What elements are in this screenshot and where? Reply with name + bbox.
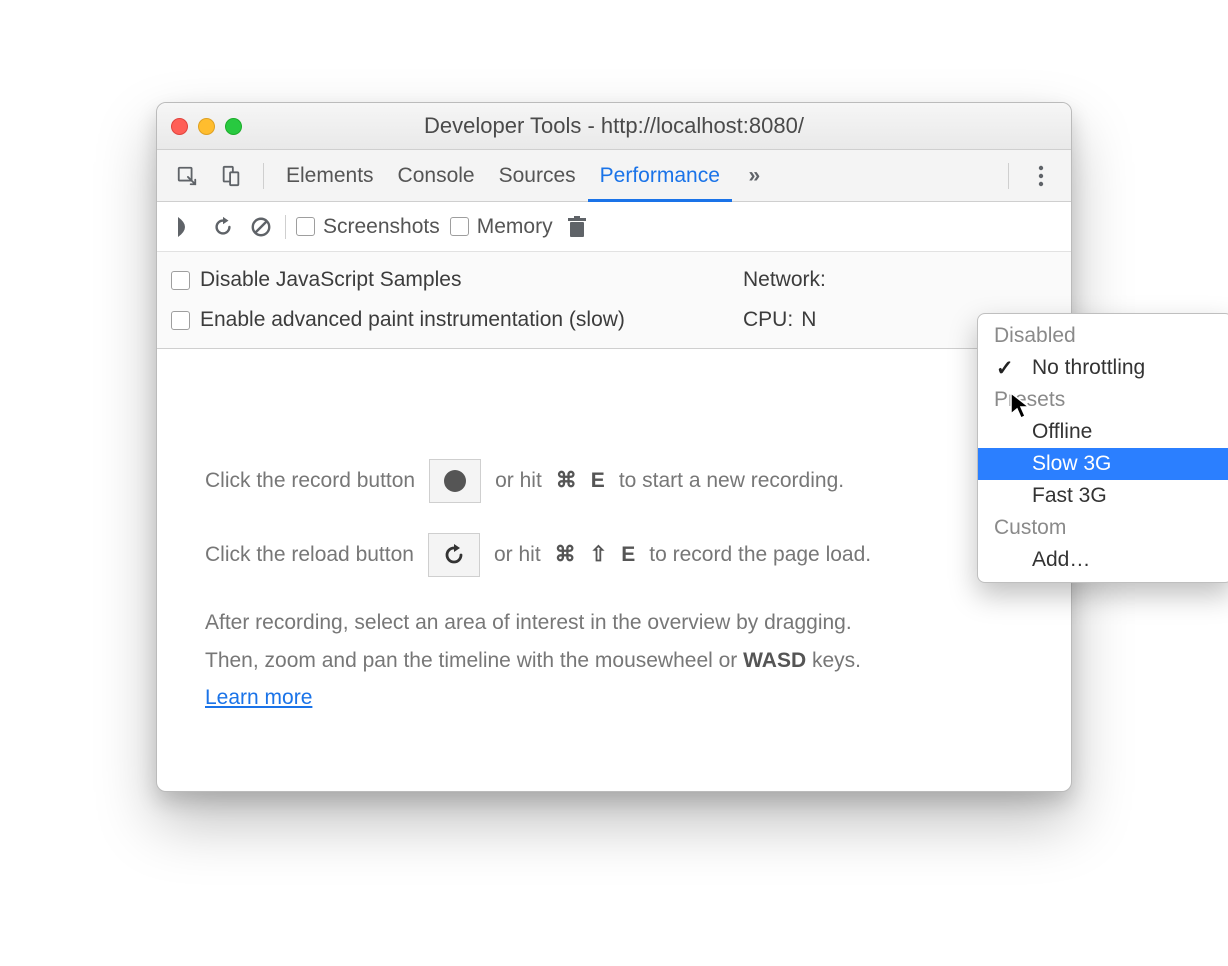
- more-tabs-icon[interactable]: »: [738, 160, 770, 192]
- cpu-value: N: [801, 308, 816, 332]
- record-icon[interactable]: [171, 213, 199, 241]
- devtools-tabs: Elements Console Sources Performance »: [157, 150, 1071, 202]
- mouse-cursor-icon: [1010, 392, 1032, 420]
- dropdown-item-add[interactable]: Add…: [978, 544, 1228, 576]
- instr-text: to record the page load.: [649, 539, 871, 571]
- learn-more-link[interactable]: Learn more: [205, 686, 312, 709]
- instructions: Click the record button or hit ⌘ E to st…: [157, 349, 1071, 714]
- screenshots-checkbox[interactable]: Screenshots: [296, 215, 440, 239]
- dropdown-item-fast-3g[interactable]: Fast 3G: [978, 480, 1228, 512]
- memory-checkbox[interactable]: Memory: [450, 215, 553, 239]
- titlebar: Developer Tools - http://localhost:8080/: [157, 103, 1071, 150]
- device-toolbar-icon[interactable]: [215, 160, 247, 192]
- e-key: E: [591, 465, 605, 497]
- tab-elements[interactable]: Elements: [280, 150, 380, 201]
- disable-js-samples-label: Disable JavaScript Samples: [200, 268, 461, 292]
- record-button[interactable]: [429, 459, 481, 503]
- instr-text: or hit: [494, 539, 541, 571]
- instr-record-text: Click the record button: [205, 465, 415, 497]
- memory-label: Memory: [477, 215, 553, 239]
- shift-key: ⇧: [590, 539, 608, 571]
- reload-icon[interactable]: [209, 213, 237, 241]
- instr-para1: After recording, select an area of inter…: [205, 607, 1031, 639]
- network-throttling-dropdown: Disabled No throttling Presets Offline S…: [977, 313, 1228, 583]
- checkbox-icon: [296, 217, 315, 236]
- kebab-menu-icon[interactable]: [1025, 160, 1057, 192]
- separator: [263, 163, 264, 189]
- inspect-element-icon[interactable]: [171, 160, 203, 192]
- separator: [1008, 163, 1009, 189]
- record-dot-icon: [444, 470, 466, 492]
- checkbox-icon[interactable]: [171, 311, 190, 330]
- devtools-window: Developer Tools - http://localhost:8080/…: [156, 102, 1072, 792]
- dropdown-item-offline[interactable]: Offline: [978, 416, 1228, 448]
- tab-console[interactable]: Console: [392, 150, 481, 201]
- instr-reload-text: Click the reload button: [205, 539, 414, 571]
- instr-text: to start a new recording.: [619, 465, 844, 497]
- window-title: Developer Tools - http://localhost:8080/: [157, 113, 1071, 139]
- capture-settings: Disable JavaScript Samples Network: Enab…: [157, 252, 1071, 349]
- dropdown-item-slow-3g[interactable]: Slow 3G: [978, 448, 1228, 480]
- checkbox-icon[interactable]: [171, 271, 190, 290]
- tab-sources[interactable]: Sources: [493, 150, 582, 201]
- e-key: E: [621, 539, 635, 571]
- screenshots-label: Screenshots: [323, 215, 440, 239]
- cmd-key: ⌘: [556, 465, 577, 497]
- checkbox-icon: [450, 217, 469, 236]
- instr-text: or hit: [495, 465, 542, 497]
- tab-performance[interactable]: Performance: [594, 150, 726, 201]
- dropdown-section-disabled: Disabled: [978, 320, 1228, 352]
- performance-toolbar: Screenshots Memory: [157, 202, 1071, 252]
- cpu-label: CPU:: [743, 308, 793, 332]
- cmd-key: ⌘: [555, 539, 576, 571]
- reload-button[interactable]: [428, 533, 480, 577]
- network-label: Network:: [743, 268, 826, 292]
- dropdown-section-custom: Custom: [978, 512, 1228, 544]
- trash-icon[interactable]: [563, 213, 591, 241]
- enable-paint-label: Enable advanced paint instrumentation (s…: [200, 308, 625, 332]
- instr-para2: Then, zoom and pan the timeline with the…: [205, 645, 1031, 677]
- clear-icon[interactable]: [247, 213, 275, 241]
- separator: [285, 215, 286, 239]
- dropdown-item-no-throttling[interactable]: No throttling: [978, 352, 1228, 384]
